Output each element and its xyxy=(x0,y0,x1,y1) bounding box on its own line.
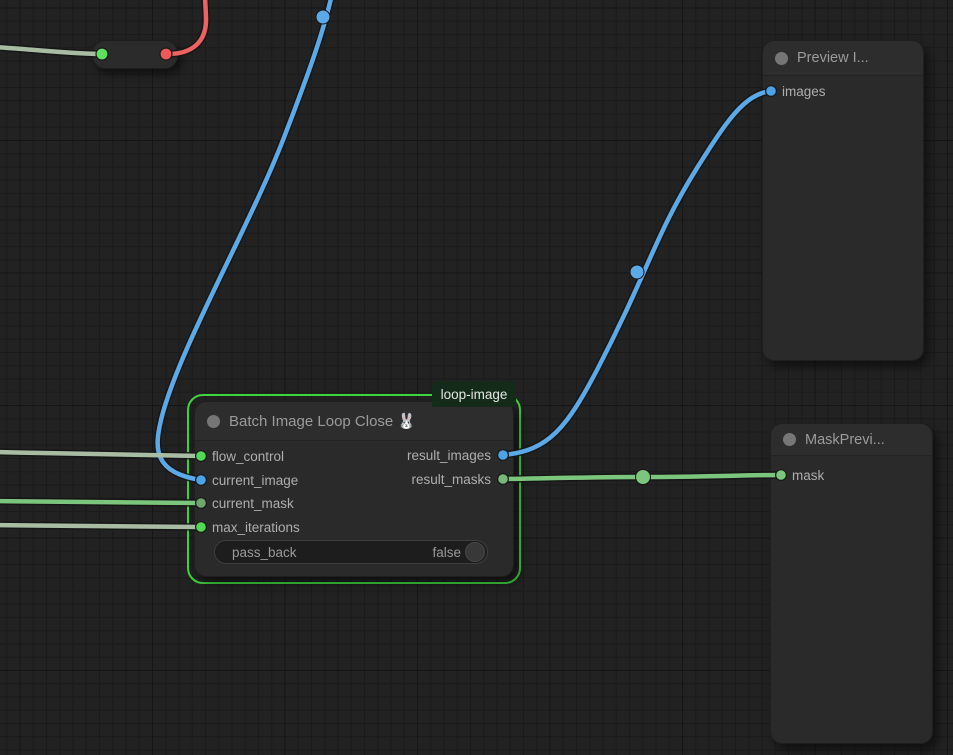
link-midpoint-dot[interactable] xyxy=(630,265,644,279)
widget-value: false xyxy=(432,545,465,560)
node-preview-image[interactable]: Preview I... images xyxy=(762,40,924,361)
collapsed-node[interactable] xyxy=(92,40,178,69)
node-batch-image-loop-close[interactable]: Batch Image Loop Close 🐰 flow_control cu… xyxy=(194,401,514,577)
collapse-dot-icon[interactable] xyxy=(207,415,220,428)
node-title-bar[interactable]: Preview I... xyxy=(763,41,923,76)
node-title: Batch Image Loop Close 🐰 xyxy=(229,412,416,430)
link-midpoint-dot[interactable] xyxy=(316,10,330,24)
link-result-images-to-preview[interactable] xyxy=(503,91,771,455)
node-title: Preview I... xyxy=(797,50,869,66)
pass-back-toggle-widget[interactable]: pass_back false xyxy=(214,540,488,564)
link-midpoint-dot[interactable] xyxy=(636,470,651,485)
link-max-iterations[interactable] xyxy=(0,525,201,527)
link-flow-control[interactable] xyxy=(0,452,201,456)
input-label-images: images xyxy=(782,80,826,104)
node-mask-preview[interactable]: MaskPrevi... mask xyxy=(770,423,933,744)
loop-image-badge: loop-image xyxy=(432,381,516,407)
link-current-mask[interactable] xyxy=(0,501,201,503)
node-title: MaskPrevi... xyxy=(805,432,885,448)
collapse-dot-icon[interactable] xyxy=(775,52,788,65)
output-label-result-masks: result_masks xyxy=(411,468,491,492)
input-label-max-iterations: max_iterations xyxy=(212,516,300,540)
input-label-current-image: current_image xyxy=(212,469,298,493)
node-title-bar[interactable]: Batch Image Loop Close 🐰 xyxy=(195,402,513,441)
input-label-flow-control: flow_control xyxy=(212,445,284,469)
input-label-current-mask: current_mask xyxy=(212,492,294,516)
node-graph-canvas[interactable]: loop-image Batch Image Loop Close 🐰 flow… xyxy=(0,0,953,755)
output-label-result-images: result_images xyxy=(407,444,491,468)
widget-name: pass_back xyxy=(215,545,432,560)
node-title-bar[interactable]: MaskPrevi... xyxy=(771,424,932,456)
link-to-collapsed-node[interactable] xyxy=(0,47,102,54)
input-label-mask: mask xyxy=(792,464,824,488)
link-result-masks-to-mask[interactable] xyxy=(503,475,781,479)
toggle-knob-icon[interactable] xyxy=(465,542,485,562)
collapse-dot-icon[interactable] xyxy=(783,433,796,446)
